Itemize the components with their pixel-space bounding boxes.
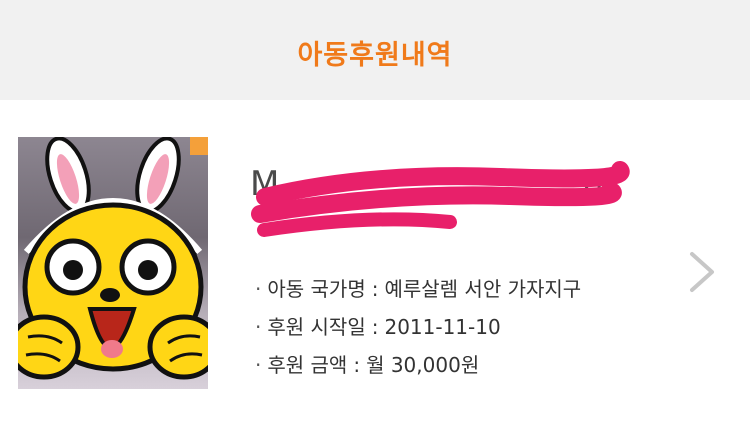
country-label: 아동 국가명 bbox=[267, 277, 366, 301]
country-value: 예루살렘 서안 가자지구 bbox=[384, 277, 582, 301]
redaction-scribble bbox=[251, 161, 630, 237]
start-date-label: 후원 시작일 bbox=[267, 315, 366, 339]
amount-label: 후원 금액 bbox=[267, 353, 348, 377]
info-row-amount: · 후원 금액: 월 30,000원 bbox=[255, 353, 480, 377]
amount-value: 월 30,000원 bbox=[366, 353, 480, 377]
yellow-rabbit-character-icon bbox=[18, 137, 208, 380]
chevron-right-icon[interactable] bbox=[688, 250, 716, 294]
info-row-country: · 아동 국가명: 예루살렘 서안 가자지구 bbox=[255, 277, 582, 301]
start-date-value: 2011-11-10 bbox=[384, 315, 501, 339]
child-photo bbox=[18, 137, 208, 389]
child-info-list: · 아동 국가명: 예루살렘 서안 가자지구 · 후원 시작일:2011-11-10 … bbox=[255, 270, 581, 384]
sponsorship-card[interactable]: M n · 아동 국가명: 예루살렘 서안 가자지구 · 후원 시작일:2011-11… bbox=[0, 100, 750, 439]
info-row-start-date: · 후원 시작일:2011-11-10 bbox=[255, 315, 501, 339]
page-title: 아동후원내역 bbox=[297, 39, 453, 71]
page-header: 아동후원내역 bbox=[0, 0, 750, 100]
